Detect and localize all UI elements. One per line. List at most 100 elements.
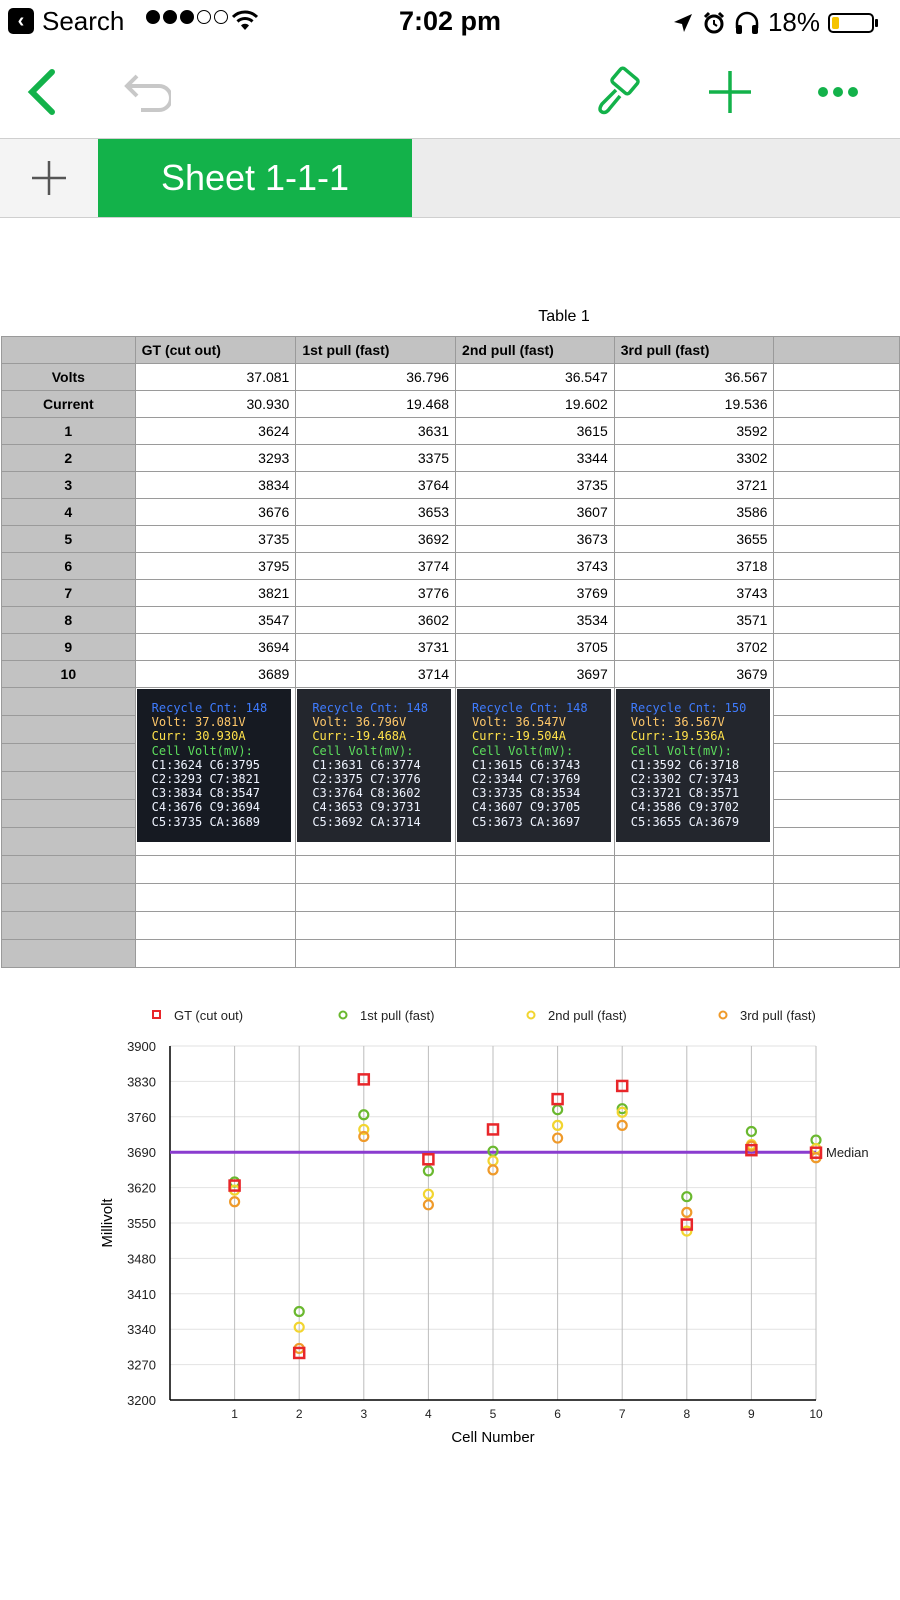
table-cell[interactable]: 3592 [613, 417, 775, 445]
table-cell[interactable]: 3735 [134, 525, 297, 553]
table-cell[interactable] [455, 855, 615, 884]
row-header-empty[interactable] [1, 715, 136, 744]
column-header[interactable]: 1st pull (fast) [295, 336, 457, 364]
table-cell[interactable] [773, 855, 900, 884]
table-cell[interactable]: 19.468 [295, 390, 457, 418]
table-cell[interactable]: 3602 [295, 606, 457, 634]
table-cell[interactable] [613, 883, 775, 912]
table-cell[interactable] [773, 606, 900, 634]
table-cell[interactable] [613, 911, 775, 940]
table-cell[interactable]: 3743 [455, 552, 615, 580]
table-cell[interactable] [773, 498, 900, 526]
table-cell-image[interactable]: Recycle Cnt: 150 Volt: 36.567V Curr:-19.53… [613, 687, 775, 856]
table-cell[interactable]: 3607 [455, 498, 615, 526]
table-cell[interactable]: 19.536 [613, 390, 775, 418]
table-cell[interactable]: 3702 [613, 633, 775, 661]
table-cell[interactable]: 3655 [613, 525, 775, 553]
row-header[interactable]: 4 [1, 498, 136, 526]
table-cell[interactable] [773, 444, 900, 472]
header-corner-cell[interactable] [1, 336, 136, 364]
row-header[interactable]: 10 [1, 660, 136, 688]
table-cell[interactable] [134, 883, 297, 912]
row-header-empty[interactable] [1, 911, 136, 940]
table-cell[interactable]: 3692 [295, 525, 457, 553]
table-cell[interactable]: 3375 [295, 444, 457, 472]
table-cell[interactable]: 3774 [295, 552, 457, 580]
table-cell[interactable]: 3834 [134, 471, 297, 499]
table-cell[interactable]: 3571 [613, 606, 775, 634]
table-cell[interactable]: 3694 [134, 633, 297, 661]
table-cell[interactable]: 3689 [134, 660, 297, 688]
row-header-empty[interactable] [1, 743, 136, 772]
table-cell[interactable]: 3718 [613, 552, 775, 580]
table-cell[interactable]: 3776 [295, 579, 457, 607]
table-cell[interactable] [773, 715, 900, 744]
table-cell[interactable]: 3795 [134, 552, 297, 580]
column-header-empty[interactable] [773, 336, 900, 364]
table-cell[interactable]: 3631 [295, 417, 457, 445]
table-cell[interactable] [134, 911, 297, 940]
table-cell[interactable]: 30.930 [134, 390, 297, 418]
table-cell[interactable]: 36.567 [613, 363, 775, 391]
format-button[interactable] [590, 64, 646, 120]
table-cell[interactable]: 3735 [455, 471, 615, 499]
row-header[interactable]: 8 [1, 606, 136, 634]
column-header[interactable]: 2nd pull (fast) [455, 336, 615, 364]
table-cell[interactable]: 3534 [455, 606, 615, 634]
table-cell[interactable]: 19.602 [455, 390, 615, 418]
row-header-empty[interactable] [1, 771, 136, 800]
table-cell[interactable]: 3679 [613, 660, 775, 688]
table-cell[interactable]: 3624 [134, 417, 297, 445]
table-cell[interactable]: 37.081 [134, 363, 297, 391]
table-cell[interactable] [773, 743, 900, 772]
table-cell-image[interactable]: Recycle Cnt: 148 Volt: 36.796V Curr:-19.46… [295, 687, 457, 856]
table-cell[interactable]: 3673 [455, 525, 615, 553]
table-cell[interactable]: 3721 [613, 471, 775, 499]
add-button[interactable] [702, 64, 758, 120]
table-cell[interactable] [773, 633, 900, 661]
row-header[interactable]: 3 [1, 471, 136, 499]
column-header[interactable]: GT (cut out) [134, 336, 297, 364]
row-header-empty[interactable] [1, 799, 136, 828]
row-header[interactable]: 1 [1, 417, 136, 445]
table-cell[interactable] [295, 883, 457, 912]
table-cell[interactable] [295, 939, 457, 968]
row-header[interactable]: Current [1, 390, 136, 418]
table-cell[interactable]: 3705 [455, 633, 615, 661]
table-cell-image[interactable]: Recycle Cnt: 148 Volt: 36.547V Curr:-19.50… [455, 687, 615, 856]
table-cell[interactable] [295, 911, 457, 940]
table-cell[interactable] [773, 827, 900, 856]
table-cell[interactable] [773, 417, 900, 445]
table-cell[interactable]: 3743 [613, 579, 775, 607]
table-cell[interactable] [773, 799, 900, 828]
table-cell[interactable]: 3615 [455, 417, 615, 445]
table-cell[interactable] [773, 883, 900, 912]
table-cell[interactable] [773, 552, 900, 580]
table-cell[interactable] [613, 855, 775, 884]
table-cell[interactable] [455, 939, 615, 968]
table-cell[interactable] [773, 911, 900, 940]
table-cell[interactable] [295, 855, 457, 884]
bms-display-screenshot[interactable]: Recycle Cnt: 150 Volt: 36.567V Curr:-19.53… [615, 689, 770, 842]
undo-button[interactable] [118, 64, 174, 120]
table-cell[interactable]: 3586 [613, 498, 775, 526]
row-header[interactable]: 6 [1, 552, 136, 580]
row-header[interactable]: 5 [1, 525, 136, 553]
table-cell[interactable]: 3821 [134, 579, 297, 607]
bms-display-screenshot[interactable]: Recycle Cnt: 148 Volt: 36.796V Curr:-19.46… [297, 689, 452, 842]
table-cell[interactable] [773, 771, 900, 800]
table-cell[interactable]: 3302 [613, 444, 775, 472]
table-cell[interactable]: 3769 [455, 579, 615, 607]
table-cell[interactable] [773, 390, 900, 418]
table-cell[interactable]: 3676 [134, 498, 297, 526]
table-cell[interactable] [773, 939, 900, 968]
table-cell[interactable] [134, 855, 297, 884]
row-header[interactable]: 7 [1, 579, 136, 607]
table-cell[interactable] [773, 579, 900, 607]
table-cell[interactable]: 3764 [295, 471, 457, 499]
back-button[interactable] [14, 64, 70, 120]
row-header-empty[interactable] [1, 687, 136, 716]
table-cell[interactable] [773, 363, 900, 391]
table-cell-image[interactable]: Recycle Cnt: 148 Volt: 37.081V Curr: 30.93… [134, 687, 297, 856]
table-cell[interactable] [613, 939, 775, 968]
